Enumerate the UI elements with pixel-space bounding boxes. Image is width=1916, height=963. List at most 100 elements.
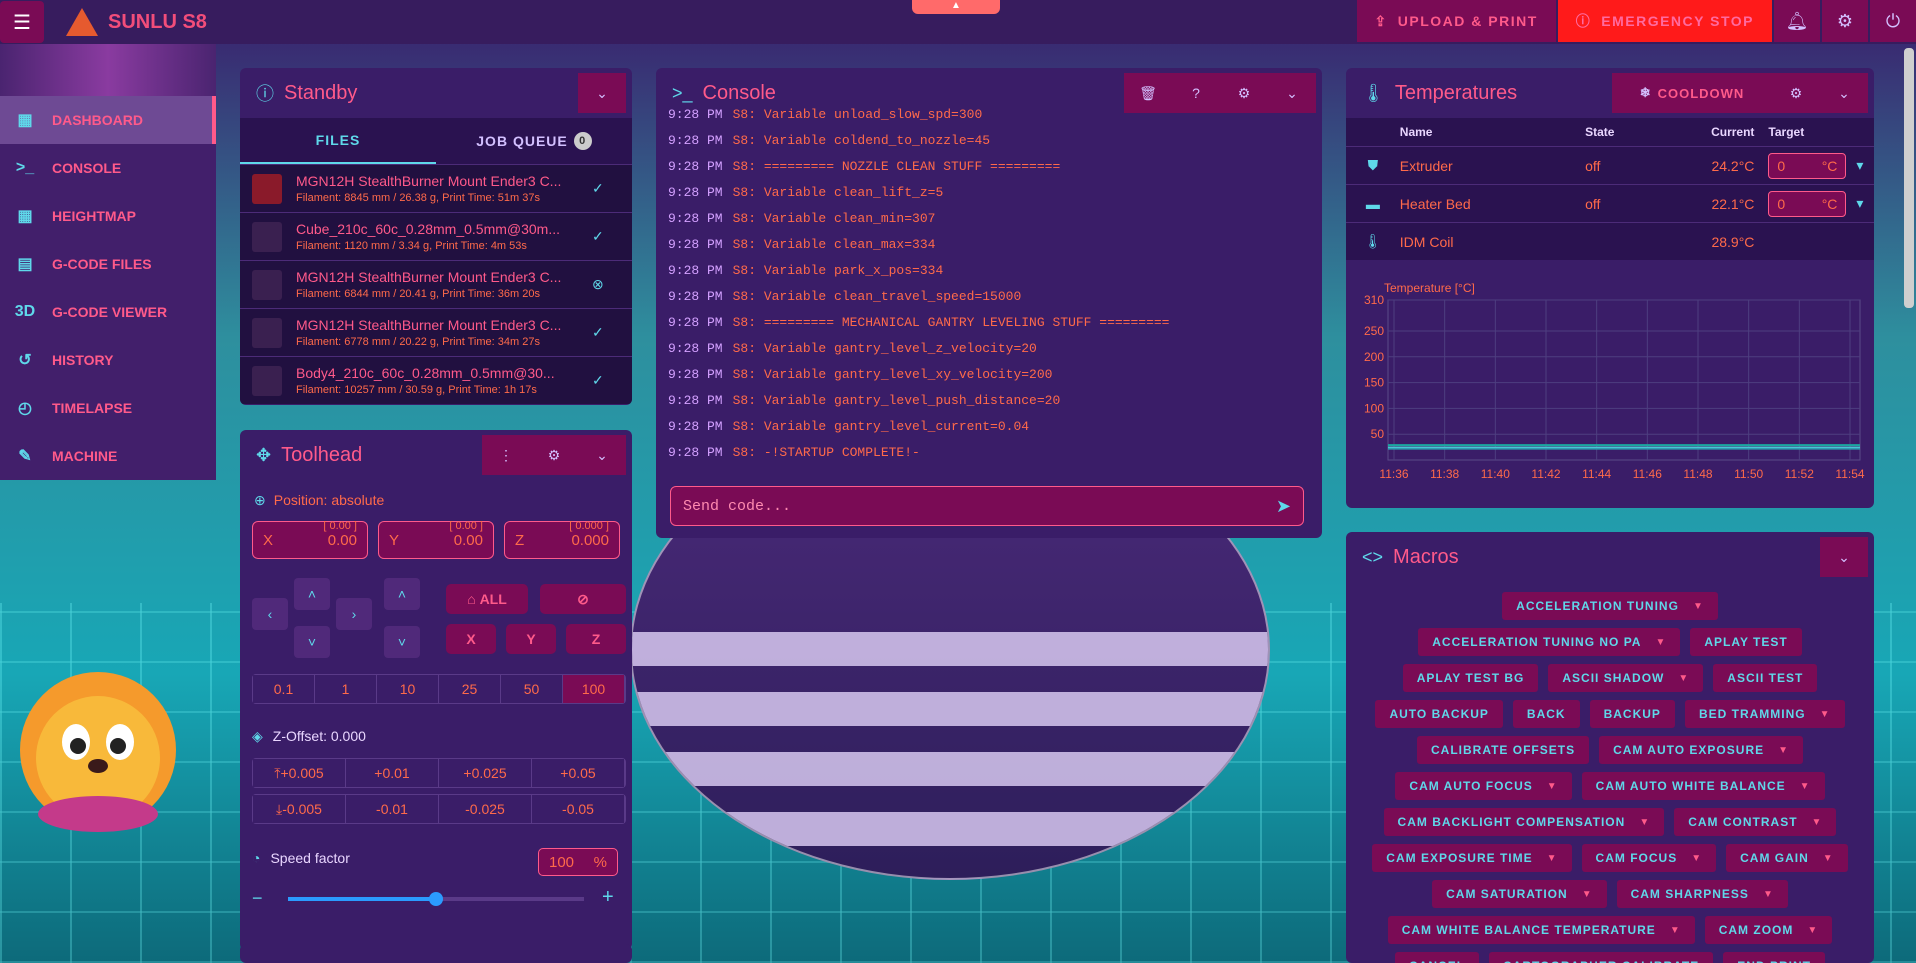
home-x-button[interactable]: X — [446, 624, 496, 654]
macro-button[interactable]: CAM AUTO EXPOSURE ▼ — [1599, 736, 1804, 764]
motors-off-button[interactable]: ⊘ — [540, 584, 626, 614]
console-collapse-button[interactable]: ⌄ — [1268, 73, 1316, 113]
standby-collapse-button[interactable]: ⌄ — [578, 73, 626, 113]
jog-z-up-button[interactable]: ˄ — [384, 578, 420, 610]
zoffset-up-button[interactable]: +0.025 — [439, 759, 532, 787]
target-input[interactable]: 0 °C — [1768, 190, 1847, 217]
chevron-down-icon[interactable]: ▼ — [1763, 889, 1774, 900]
chevron-down-icon[interactable]: ▼ — [1547, 853, 1558, 864]
file-row[interactable]: Cube_210c_60c_0.28mm_0.5mm@30m... Filamen… — [240, 212, 632, 260]
scrollbar[interactable] — [1904, 48, 1914, 308]
macro-button[interactable]: CAM CONTRAST ▼ — [1674, 808, 1837, 836]
chevron-down-icon[interactable]: ▼ — [1639, 817, 1650, 828]
zoffset-up-button[interactable]: +0.01 — [346, 759, 439, 787]
speed-increase-button[interactable]: + — [602, 886, 614, 909]
zoffset-down-button[interactable]: ⤓ -0.005 — [253, 795, 346, 823]
notifications-button[interactable]: 🔔︎ — [1774, 0, 1820, 42]
macro-button[interactable]: BACKUP — [1589, 700, 1675, 728]
menu-button[interactable]: ☰ — [0, 1, 44, 43]
zoffset-up-button[interactable]: ⤒ +0.005 — [253, 759, 346, 787]
chevron-down-icon[interactable]: ▼ — [1670, 925, 1681, 936]
chevron-down-icon[interactable]: ▼ — [1547, 781, 1558, 792]
sidebar-item-g-code-viewer[interactable]: 3D G-CODE VIEWER — [0, 288, 216, 336]
jog-x-plus-button[interactable]: › — [336, 598, 372, 630]
chevron-down-icon[interactable]: ▼ — [1778, 745, 1789, 756]
macro-button[interactable]: CAM AUTO WHITE BALANCE ▼ — [1581, 772, 1825, 800]
macro-button[interactable]: CALIBRATE OFFSETS — [1416, 736, 1590, 764]
macro-button[interactable]: CAM SATURATION ▼ — [1432, 880, 1607, 908]
sidebar-item-history[interactable]: ↺ HISTORY — [0, 336, 216, 384]
step-size-button[interactable]: 25 — [439, 675, 501, 703]
macro-button[interactable]: CAM WHITE BALANCE TEMPERATURE ▼ — [1387, 916, 1695, 944]
chevron-down-icon[interactable]: ▼ — [1582, 889, 1593, 900]
macro-button[interactable]: ACCELERATION TUNING NO PA ▼ — [1418, 628, 1681, 656]
file-row[interactable]: Body4_210c_60c_0.28mm_0.5mm@30... Filamen… — [240, 356, 632, 404]
macro-button[interactable]: CARTOGRAPHER CALIBRATE — [1489, 952, 1714, 963]
macro-button[interactable]: ACCELERATION TUNING ▼ — [1502, 592, 1718, 620]
clear-console-button[interactable]: 🗑︎ — [1124, 73, 1172, 113]
step-size-button[interactable]: 100 — [563, 675, 625, 703]
console-help-button[interactable]: ? — [1172, 73, 1220, 113]
step-size-button[interactable]: 10 — [377, 675, 439, 703]
macro-button[interactable]: APLAY TEST BG — [1402, 664, 1539, 692]
macro-button[interactable]: BED TRAMMING ▼ — [1684, 700, 1845, 728]
chevron-down-icon[interactable]: ▼ — [1807, 925, 1818, 936]
home-y-button[interactable]: Y — [506, 624, 556, 654]
macro-button[interactable]: CAM GAIN ▼ — [1726, 844, 1848, 872]
temperatures-settings-button[interactable]: ⚙ — [1772, 73, 1820, 113]
upload-print-button[interactable]: ⇪ UPLOAD & PRINT — [1356, 0, 1556, 42]
chevron-down-icon[interactable]: ▾ — [1856, 195, 1863, 212]
macro-button[interactable]: BACK — [1512, 700, 1580, 728]
console-settings-button[interactable]: ⚙ — [1220, 73, 1268, 113]
cooldown-button[interactable]: ❄ COOLDOWN — [1612, 73, 1772, 113]
step-size-button[interactable]: 1 — [315, 675, 377, 703]
jog-z-down-button[interactable]: ˅ — [384, 626, 420, 658]
macro-button[interactable]: CAM AUTO FOCUS ▼ — [1395, 772, 1572, 800]
macro-button[interactable]: AUTO BACKUP — [1375, 700, 1503, 728]
macro-button[interactable]: END PRINT — [1723, 952, 1825, 963]
file-row[interactable]: MGN12H StealthBurner Mount Ender3 C... Fi… — [240, 164, 632, 212]
zoffset-down-button[interactable]: -0.01 — [346, 795, 439, 823]
macro-button[interactable]: CAM FOCUS ▼ — [1581, 844, 1717, 872]
sidebar-item-console[interactable]: >_ CONSOLE — [0, 144, 216, 192]
sidebar-item-dashboard[interactable]: ▦ DASHBOARD — [0, 96, 216, 144]
speed-slider[interactable] — [288, 892, 584, 906]
home-z-button[interactable]: Z — [566, 624, 626, 654]
sidebar-item-g-code-files[interactable]: ▤ G-CODE FILES — [0, 240, 216, 288]
macro-button[interactable]: CANCEL — [1395, 952, 1480, 963]
zoffset-down-button[interactable]: -0.05 — [532, 795, 625, 823]
temperatures-collapse-button[interactable]: ⌄ — [1820, 73, 1868, 113]
chevron-down-icon[interactable]: ▼ — [1678, 673, 1689, 684]
target-input[interactable]: 0 °C — [1768, 152, 1847, 179]
jog-y-plus-button[interactable]: ˄ — [294, 578, 330, 610]
chevron-down-icon[interactable]: ▼ — [1820, 709, 1831, 720]
chevron-down-icon[interactable]: ▾ — [1856, 157, 1863, 174]
macro-button[interactable]: CAM EXPOSURE TIME ▼ — [1372, 844, 1572, 872]
step-size-button[interactable]: 50 — [501, 675, 563, 703]
settings-button[interactable]: ⚙ — [1822, 0, 1868, 42]
tab-job-queue[interactable]: JOB QUEUE 0 — [436, 118, 632, 164]
macros-collapse-button[interactable]: ⌄ — [1820, 537, 1868, 577]
collapse-tab[interactable]: ▲ — [912, 0, 1000, 14]
macro-button[interactable]: CAM SHARPNESS ▼ — [1616, 880, 1788, 908]
zoffset-down-button[interactable]: -0.025 — [439, 795, 532, 823]
sidebar-item-timelapse[interactable]: ◴ TIMELAPSE — [0, 384, 216, 432]
macro-button[interactable]: ASCII SHADOW ▼ — [1548, 664, 1704, 692]
speed-decrease-button[interactable]: − — [252, 888, 263, 909]
send-icon[interactable]: ➤ — [1276, 496, 1291, 517]
emergency-stop-button[interactable]: ⓘ EMERGENCY STOP — [1557, 0, 1772, 42]
chevron-down-icon[interactable]: ▼ — [1800, 781, 1811, 792]
jog-y-minus-button[interactable]: ˅ — [294, 626, 330, 658]
macro-button[interactable]: APLAY TEST — [1690, 628, 1802, 656]
home-all-button[interactable]: ⌂ ALL — [446, 584, 528, 614]
zoffset-up-button[interactable]: +0.05 — [532, 759, 625, 787]
send-code-input[interactable] — [683, 497, 1243, 515]
sidebar-item-machine[interactable]: ✎ MACHINE — [0, 432, 216, 480]
chevron-down-icon[interactable]: ▼ — [1823, 853, 1834, 864]
sidebar-item-heightmap[interactable]: ▦ HEIGHTMAP — [0, 192, 216, 240]
macro-button[interactable]: CAM ZOOM ▼ — [1704, 916, 1833, 944]
jog-x-minus-button[interactable]: ‹ — [252, 598, 288, 630]
tab-files[interactable]: FILES — [240, 118, 436, 164]
speed-input[interactable]: 100% — [538, 848, 618, 876]
file-row[interactable]: MGN12H StealthBurner Mount Ender3 C... Fi… — [240, 260, 632, 308]
